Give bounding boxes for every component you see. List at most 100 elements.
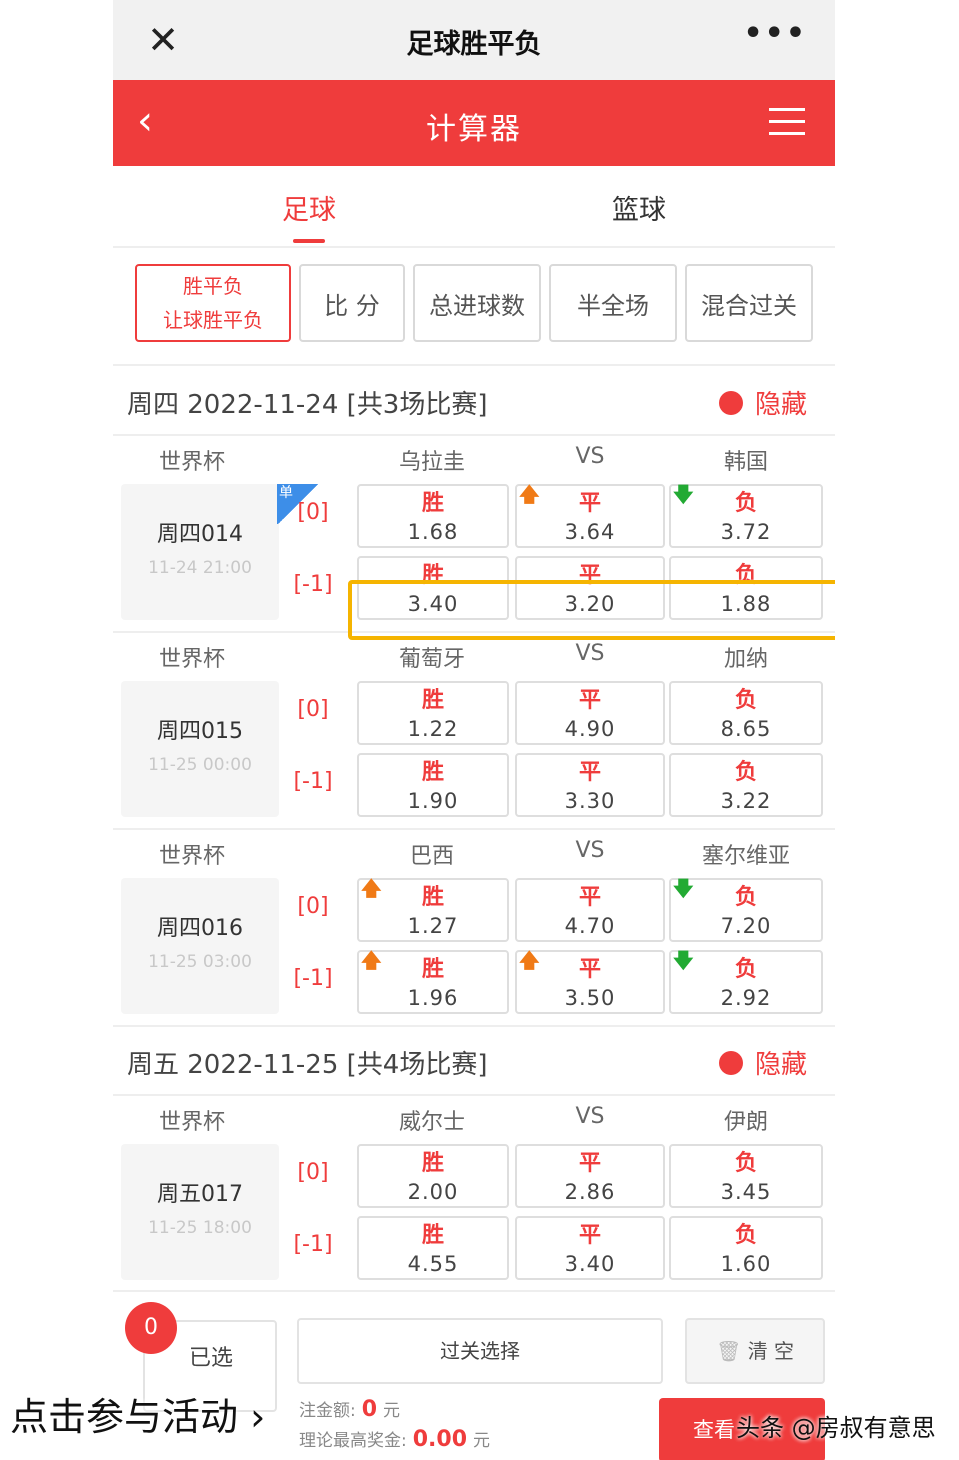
odds-value: 1.27	[407, 914, 459, 938]
odds-value: 3.20	[564, 592, 616, 616]
odds-cell[interactable]: 🡅 胜 1.27	[357, 878, 509, 942]
active-tab-indicator	[293, 239, 325, 243]
hide-dot-icon	[718, 390, 743, 415]
odds-cell[interactable]: 负 8.65	[669, 681, 823, 745]
watermark: 头条 @房叔有意思	[736, 1414, 936, 1442]
home-team: 葡萄牙	[398, 647, 465, 672]
odds-cell[interactable]: 平 4.90	[515, 681, 665, 745]
play-type-total-goals[interactable]: 总进球数	[413, 264, 541, 342]
vs-label: VS	[575, 838, 605, 863]
handicap-label: [0]	[297, 894, 329, 919]
calculator-header: ‹ 计算器	[113, 80, 835, 166]
match-time: 11-25 00:00	[148, 755, 252, 775]
match-time: 11-24 21:00	[148, 558, 252, 578]
odds-value: 3.72	[720, 520, 772, 544]
odds-cell[interactable]: 负 3.22	[669, 753, 823, 817]
odds-cell[interactable]: 胜 3.40	[357, 556, 509, 620]
hide-toggle[interactable]: 隐藏	[718, 1044, 807, 1081]
odds-cell[interactable]: 平 4.70	[515, 878, 665, 942]
parlay-select-button[interactable]: 过关选择	[297, 1318, 663, 1384]
promo-link[interactable]: 点击参与活动 ›	[10, 1386, 265, 1441]
play-type-score[interactable]: 比 分	[299, 264, 405, 342]
handicap-label: [-1]	[293, 1232, 333, 1257]
odds-cell[interactable]: 🡇 负 2.92	[669, 950, 823, 1014]
odds-cell[interactable]: 胜 1.68	[357, 484, 509, 548]
clear-button[interactable]: 🗑 清 空	[685, 1318, 825, 1384]
odds-cell[interactable]: 胜 1.90	[357, 753, 509, 817]
play-type-mixed-parlay[interactable]: 混合过关	[685, 264, 813, 342]
tab-basketball[interactable]: 篮球	[539, 188, 739, 227]
odds-value: 2.00	[407, 1180, 459, 1204]
result-label: 负	[734, 760, 757, 785]
sport-tabs: 足球 篮球	[113, 166, 835, 248]
match-code: 周五017	[157, 1182, 243, 1207]
match-time: 11-25 03:00	[148, 952, 252, 972]
hide-dot-icon	[718, 1050, 743, 1075]
odds-cell[interactable]: 胜 1.22	[357, 681, 509, 745]
odds-cell[interactable]: 负 1.88	[669, 556, 823, 620]
day-header: 周五 2022-11-25 [共4场比赛] 隐藏	[113, 1026, 835, 1096]
league-name: 世界杯	[159, 647, 226, 672]
match-info: 周四016 11-25 03:00	[121, 878, 279, 1014]
handicap-label: [-1]	[293, 966, 333, 991]
bet-value: 0	[361, 1397, 378, 1422]
odds-cell[interactable]: 🡅 平 3.64	[515, 484, 665, 548]
hide-toggle[interactable]: 隐藏	[718, 384, 807, 421]
more-icon[interactable]: •••	[743, 16, 807, 51]
tab-football[interactable]: 足球	[209, 188, 409, 243]
odds-cell[interactable]: 平 3.20	[515, 556, 665, 620]
odds-cell[interactable]: 平 3.40	[515, 1216, 665, 1280]
odds-cell[interactable]: 🡇 负 7.20	[669, 878, 823, 942]
match-row: 世界杯 葡萄牙 VS 加纳 周四015 11-25 00:00 [0] 胜 1.22 平 4.90 负…	[113, 633, 835, 830]
prize-value: 0.00	[412, 1427, 468, 1452]
odds-value: 4.70	[564, 914, 616, 938]
result-label: 平	[578, 563, 601, 588]
play-type-line1: 胜平负	[183, 274, 243, 298]
bet-unit: 元	[383, 1401, 401, 1421]
handicap-label: [0]	[297, 500, 329, 525]
day-label: 周五 2022-11-25 [共4场比赛]	[127, 1050, 488, 1080]
play-type-line2: 让球胜平负	[163, 308, 263, 332]
clear-label: 清 空	[747, 1339, 795, 1363]
menu-icon[interactable]	[769, 108, 805, 138]
odds-value: 1.88	[720, 592, 772, 616]
away-team: 韩国	[723, 450, 768, 475]
day-label: 周四 2022-11-24 [共3场比赛]	[127, 390, 488, 420]
result-label: 平	[578, 1151, 601, 1176]
play-type-half-full[interactable]: 半全场	[549, 264, 677, 342]
odds-cell[interactable]: 胜 2.00	[357, 1144, 509, 1208]
match-code: 周四016	[157, 916, 243, 941]
down-arrow-icon: 🡇	[673, 876, 694, 900]
result-label: 平	[578, 885, 601, 910]
odds-value: 3.22	[720, 789, 772, 813]
odds-cell[interactable]: 负 1.60	[669, 1216, 823, 1280]
odds-cell[interactable]: 平 3.30	[515, 753, 665, 817]
match-row: 世界杯 乌拉圭 VS 韩国 周四014 11-24 21:00 单 [0] 胜 1.68 🡅 平 3.6…	[113, 436, 835, 633]
home-team: 巴西	[409, 844, 454, 869]
play-type-win-draw-lose[interactable]: 胜平负 让球胜平负	[135, 264, 291, 342]
bet-label: 注金额:	[299, 1401, 356, 1421]
match-row: 世界杯 威尔士 VS 伊朗 周五017 11-25 18:00 [0] 胜 2.00 平 2.86 负…	[113, 1096, 835, 1293]
match-info: 周五017 11-25 18:00	[121, 1144, 279, 1280]
odds-cell[interactable]: 🡅 胜 1.96	[357, 950, 509, 1014]
up-arrow-icon: 🡅	[361, 876, 382, 900]
odds-value: 1.90	[407, 789, 459, 813]
odds-cell[interactable]: 胜 4.55	[357, 1216, 509, 1280]
max-prize: 理论最高奖金: 0.00 元	[299, 1426, 490, 1452]
odds-cell[interactable]: 平 2.86	[515, 1144, 665, 1208]
odds-cell[interactable]: 🡇 负 3.72	[669, 484, 823, 548]
odds-value: 3.30	[564, 789, 616, 813]
odds-cell[interactable]: 负 3.45	[669, 1144, 823, 1208]
handicap-label: [-1]	[293, 572, 333, 597]
odds-value: 2.92	[720, 986, 772, 1010]
odds-value: 3.50	[564, 986, 616, 1010]
odds-value: 3.64	[564, 520, 616, 544]
down-arrow-icon: 🡇	[673, 948, 694, 972]
odds-cell[interactable]: 🡅 平 3.50	[515, 950, 665, 1014]
trash-icon: 🗑	[715, 1339, 742, 1363]
match-code: 周四014	[157, 522, 243, 547]
result-label: 胜	[421, 563, 444, 588]
result-label: 胜	[421, 688, 444, 713]
odds-value: 8.65	[720, 717, 772, 741]
hide-label: 隐藏	[754, 1050, 807, 1080]
